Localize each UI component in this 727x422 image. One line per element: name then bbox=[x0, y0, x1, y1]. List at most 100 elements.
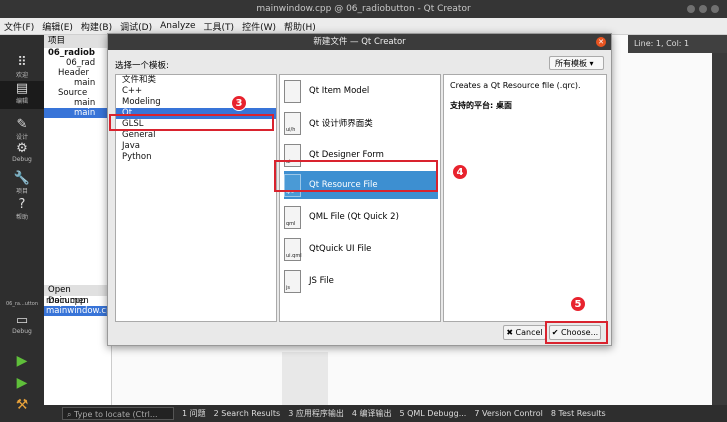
category-group-files-classes: 文件和类 bbox=[122, 75, 157, 85]
template-js-file[interactable]: js JS File bbox=[284, 267, 438, 295]
menu-widgets[interactable]: 控件(W) bbox=[242, 20, 276, 33]
window-titlebar: mainwindow.cpp @ 06_radiobutton - Qt Cre… bbox=[0, 0, 727, 18]
tree-item-main-cpp[interactable]: main bbox=[44, 98, 111, 108]
menu-tools[interactable]: 工具(T) bbox=[204, 20, 235, 33]
output-pane-tests[interactable]: 8 Test Results bbox=[551, 409, 606, 418]
chevron-down-icon: ▾ bbox=[589, 59, 594, 68]
ui-qml-file-icon: ui.qml bbox=[284, 237, 302, 261]
ui-h-file-icon: ui/h bbox=[284, 111, 301, 135]
run-icon[interactable]: ▶ bbox=[0, 353, 44, 369]
supported-platforms: 支持的平台: 桌面 bbox=[450, 101, 512, 110]
menu-file[interactable]: 文件(F) bbox=[4, 20, 34, 33]
file-icon-label: ui/h bbox=[286, 126, 296, 133]
search-icon: ⌕ bbox=[67, 410, 75, 419]
window-title: mainwindow.cpp @ 06_radiobutton - Qt Cre… bbox=[256, 4, 471, 14]
window-controls[interactable] bbox=[687, 5, 719, 13]
tree-item-project[interactable]: 06_radiob bbox=[44, 48, 111, 58]
template-qtquick-ui-file[interactable]: ui.qml QtQuick UI File bbox=[284, 235, 438, 263]
mode-design[interactable]: ✎ 设计 bbox=[0, 117, 44, 141]
open-doc-item[interactable]: mainwindow.cp bbox=[44, 306, 111, 316]
monitor-icon: ▭ bbox=[15, 313, 29, 328]
file-icon-label: ui.qml bbox=[286, 252, 302, 259]
step-badge-4: 4 bbox=[452, 164, 468, 180]
open-doc-item[interactable]: main.cpp bbox=[44, 296, 111, 306]
file-icon bbox=[284, 79, 301, 103]
grid-icon: ⠿ bbox=[17, 55, 27, 70]
menu-help[interactable]: 帮助(H) bbox=[284, 20, 316, 33]
kit-selector[interactable]: ▭ Debug bbox=[0, 313, 44, 335]
template-label: JS File bbox=[309, 276, 334, 286]
project-panel-header: 项目 bbox=[44, 35, 111, 48]
highlight-qt-category bbox=[109, 114, 274, 131]
mode-label: 项目 bbox=[15, 188, 28, 195]
mode-projects[interactable]: 🔧 项目 bbox=[0, 171, 44, 195]
mode-label: 编辑 bbox=[15, 98, 28, 105]
open-documents-header: Open Documen bbox=[44, 285, 111, 306]
status-bar: ⌕ Type to locate (Ctrl... 1 问题 2 Search … bbox=[44, 405, 727, 422]
template-label: QML File (Qt Quick 2) bbox=[309, 212, 399, 222]
template-label: Qt Designer Form bbox=[309, 150, 384, 160]
kit-config-label: Debug bbox=[12, 328, 32, 335]
locator-placeholder: Type to locate (Ctrl... bbox=[74, 410, 158, 419]
menu-debug[interactable]: 调试(D) bbox=[120, 20, 152, 33]
mode-edit[interactable]: ▤ 编辑 bbox=[0, 81, 44, 109]
choose-template-label: 选择一个模板: bbox=[115, 61, 169, 71]
mode-welcome[interactable]: ⠿ 欢迎 bbox=[0, 55, 44, 79]
minimize-button[interactable] bbox=[687, 5, 695, 13]
mode-help[interactable]: ? 帮助 bbox=[0, 197, 44, 221]
template-filter-select[interactable]: 所有模板 ▾ bbox=[549, 56, 604, 70]
category-modeling[interactable]: Modeling bbox=[116, 97, 276, 108]
tree-item-headers[interactable]: Header bbox=[44, 68, 111, 78]
locator-input[interactable]: ⌕ Type to locate (Ctrl... bbox=[62, 407, 174, 420]
template-description: Creates a Qt Resource file (.qrc). bbox=[450, 81, 581, 90]
output-pane-compile[interactable]: 4 编译输出 bbox=[352, 408, 392, 419]
maximize-button[interactable] bbox=[699, 5, 707, 13]
template-qt-designer-class[interactable]: ui/h Qt 设计师界面类 bbox=[284, 109, 438, 137]
output-pane-vcs[interactable]: 7 Version Control bbox=[474, 409, 543, 418]
tree-item-mainwindow-cpp[interactable]: main bbox=[44, 108, 111, 118]
cancel-button[interactable]: ✖ Cancel bbox=[503, 325, 546, 340]
step-badge-3: 3 bbox=[231, 95, 247, 111]
category-cpp[interactable]: C++ bbox=[116, 86, 276, 97]
tree-item-pro-file[interactable]: 06_rad bbox=[44, 58, 111, 68]
kit-project-label: 06_ra...utton bbox=[5, 301, 39, 307]
template-description-panel: Creates a Qt Resource file (.qrc). 支持的平台… bbox=[443, 74, 607, 322]
filter-value: 所有模板 bbox=[555, 59, 587, 68]
template-qml-file[interactable]: qml QML File (Qt Quick 2) bbox=[284, 203, 438, 231]
template-label: QtQuick UI File bbox=[309, 244, 372, 254]
mode-label: 设计 bbox=[15, 134, 28, 141]
template-label: Qt Item Model bbox=[309, 86, 370, 96]
template-qt-item-model[interactable]: Qt Item Model bbox=[284, 77, 438, 105]
qml-file-icon: qml bbox=[284, 205, 301, 229]
tree-item-header-file[interactable]: main bbox=[44, 78, 111, 88]
editor-gutter bbox=[282, 352, 328, 405]
tree-item-sources[interactable]: Source bbox=[44, 88, 111, 98]
menu-analyze[interactable]: Analyze bbox=[160, 21, 195, 31]
dialog-title: 新建文件 — Qt Creator bbox=[313, 37, 406, 47]
category-java[interactable]: Java bbox=[116, 141, 276, 152]
menu-build[interactable]: 构建(B) bbox=[81, 20, 112, 33]
output-pane-search[interactable]: 2 Search Results bbox=[214, 409, 281, 418]
cursor-position: Line: 1, Col: 1 bbox=[628, 35, 727, 53]
highlight-choose-button bbox=[545, 321, 608, 344]
help-icon: ? bbox=[18, 197, 26, 212]
mode-debug[interactable]: ⚙ Debug bbox=[0, 141, 44, 163]
build-hammer-icon[interactable]: ⚒ bbox=[0, 397, 44, 413]
mode-sidebar: ⠿ 欢迎 ▤ 编辑 ✎ 设计 ⚙ Debug 🔧 项目 ? 帮助 06_ra..… bbox=[0, 35, 44, 422]
editor-scrollbar[interactable] bbox=[712, 53, 727, 405]
output-pane-issues[interactable]: 1 问题 bbox=[182, 408, 206, 419]
debug-run-icon[interactable]: ▶ bbox=[0, 375, 44, 391]
output-pane-qml-debug[interactable]: 5 QML Debugg... bbox=[399, 409, 466, 418]
bug-icon: ⚙ bbox=[16, 141, 28, 156]
close-icon[interactable]: ✕ bbox=[596, 37, 606, 47]
category-general[interactable]: General bbox=[116, 130, 276, 141]
mode-label: 欢迎 bbox=[15, 72, 28, 79]
close-window-button[interactable] bbox=[711, 5, 719, 13]
menu-edit[interactable]: 编辑(E) bbox=[42, 20, 73, 33]
edit-doc-icon: ▤ bbox=[15, 81, 29, 96]
file-icon-label: qml bbox=[286, 220, 296, 227]
output-pane-app-output[interactable]: 3 应用程序输出 bbox=[288, 408, 344, 419]
wrench-icon: 🔧 bbox=[13, 171, 31, 186]
category-python[interactable]: Python bbox=[116, 152, 276, 163]
project-panel: 项目 06_radiob 06_rad Header main Source m… bbox=[44, 35, 112, 285]
